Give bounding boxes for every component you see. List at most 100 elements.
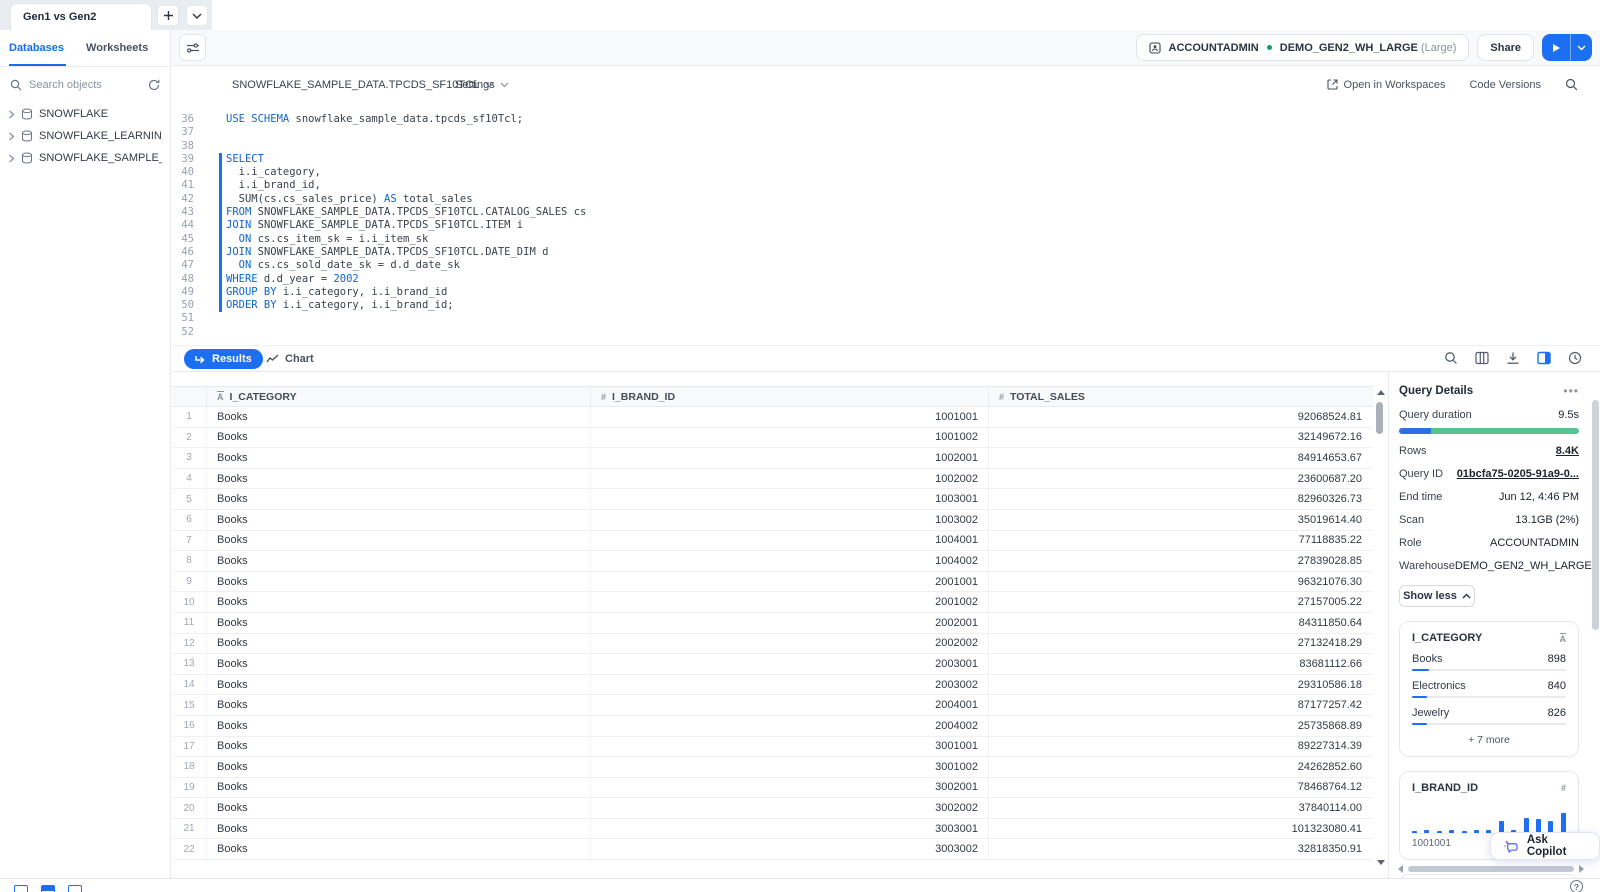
table-row[interactable]: 20Books300200237840114.00 (172, 798, 1373, 819)
role-badge-icon (1149, 42, 1161, 54)
columns-button[interactable] (1475, 351, 1489, 365)
ask-copilot-button[interactable]: Ask Copilot (1490, 832, 1600, 860)
tab-chart[interactable]: Chart (266, 349, 314, 369)
table-row[interactable]: 15Books200400187177257.42 (172, 695, 1373, 716)
sql-editor[interactable]: 36USE SCHEMA snowflake_sample_data.tpcds… (171, 103, 1600, 345)
code-line-52[interactable]: 52 (171, 326, 1600, 339)
download-button[interactable] (1506, 351, 1520, 365)
detail-value-rows[interactable]: 8.4K (1556, 445, 1579, 457)
code-line-48[interactable]: 48WHERE d.d_year = 2002 (171, 273, 1600, 286)
code-line-45[interactable]: 45 ON cs.cs_item_sk = i.i_item_sk (171, 233, 1600, 246)
table-row[interactable]: 2Books100100232149672.16 (172, 428, 1373, 449)
object-search[interactable]: Search objects (0, 67, 170, 103)
table-row[interactable]: 9Books200100196321076.30 (172, 572, 1373, 593)
row-number: 9 (172, 572, 206, 592)
code-line-51[interactable]: 51 (171, 312, 1600, 325)
column-header-total_sales[interactable]: #TOTAL_SALES (988, 387, 1372, 406)
table-row[interactable]: 12Books200200227132418.29 (172, 634, 1373, 655)
code-line-36[interactable]: 36USE SCHEMA snowflake_sample_data.tpcds… (171, 113, 1600, 126)
cell-i-brand-id: 2001001 (590, 572, 988, 592)
code-line-43[interactable]: 43FROM SNOWFLAKE_SAMPLE_DATA.TPCDS_SF10T… (171, 206, 1600, 219)
table-row[interactable]: 7Books100400177118835.22 (172, 531, 1373, 552)
table-row[interactable]: 19Books300200178468764.12 (172, 778, 1373, 799)
more-options-icon[interactable]: ••• (1563, 384, 1579, 398)
code-line-41[interactable]: 41 i.i_brand_id, (171, 179, 1600, 192)
table-row[interactable]: 10Books200100227157005.22 (172, 592, 1373, 613)
show-less-button[interactable]: Show less (1399, 585, 1475, 607)
code-versions-link[interactable]: Code Versions (1469, 79, 1541, 91)
cell-i-category: Books (206, 572, 590, 592)
filters-button[interactable] (179, 34, 206, 61)
h-scrollbar-thumb[interactable] (1408, 866, 1574, 872)
layout-split-icon[interactable] (41, 885, 55, 892)
scroll-down-icon[interactable] (1377, 860, 1385, 865)
run-button[interactable] (1542, 34, 1570, 61)
sidebar-item-snowflake[interactable]: SNOWFLAKE (0, 103, 170, 125)
detail-value-query-id[interactable]: 01bcfa75-0205-91a9-0... (1457, 468, 1579, 480)
open-in-workspaces-link[interactable]: Open in Workspaces (1327, 79, 1446, 91)
scroll-left-icon[interactable] (1398, 865, 1403, 873)
table-row[interactable]: 8Books100400227839028.85 (172, 551, 1373, 572)
refresh-icon[interactable] (148, 79, 160, 91)
code-line-39[interactable]: 39SELECT (171, 153, 1600, 166)
panel-horizontal-scrollbar[interactable] (1398, 864, 1584, 874)
scroll-right-icon[interactable] (1579, 865, 1584, 873)
table-row[interactable]: 4Books100200223600687.20 (172, 469, 1373, 490)
table-row[interactable]: 17Books300100189227314.39 (172, 737, 1373, 758)
code-line-46[interactable]: 46JOIN SNOWFLAKE_SAMPLE_DATA.TPCDS_SF10T… (171, 246, 1600, 259)
table-row[interactable]: 21Books3003001101323080.41 (172, 819, 1373, 840)
column-header-i_brand_id[interactable]: #I_BRAND_ID (590, 387, 988, 406)
scrollbar-thumb[interactable] (1376, 402, 1383, 434)
tab-results[interactable]: Results (184, 349, 263, 369)
code-line-42[interactable]: 42 SUM(cs.cs_sales_price) AS total_sales (171, 193, 1600, 206)
share-button[interactable]: Share (1477, 34, 1534, 61)
editor-search-button[interactable] (1565, 78, 1578, 91)
panel-scrollbar-thumb[interactable] (1592, 400, 1599, 630)
chevron-right-icon[interactable] (8, 110, 15, 119)
sidebar-tab-databases[interactable]: Databases (9, 30, 64, 66)
new-tab-button[interactable] (157, 5, 179, 26)
row-number: 11 (172, 613, 206, 633)
session-context-selector[interactable]: ACCOUNTADMIN DEMO_GEN2_WH_LARGE (Large) (1136, 34, 1470, 61)
table-row[interactable]: 14Books200300229310586.18 (172, 675, 1373, 696)
chevron-right-icon[interactable] (8, 154, 15, 163)
table-row[interactable]: 5Books100300182960326.73 (172, 489, 1373, 510)
scroll-up-icon[interactable] (1377, 390, 1385, 395)
layout-editor-icon[interactable] (14, 885, 28, 892)
sidebar-tab-worksheets[interactable]: Worksheets (86, 30, 148, 66)
code-line-38[interactable]: 38 (171, 140, 1600, 153)
details-panel-toggle[interactable] (1537, 351, 1551, 365)
table-row[interactable]: 22Books300300232818350.91 (172, 839, 1373, 860)
histogram-bar (1561, 813, 1566, 833)
code-line-44[interactable]: 44JOIN SNOWFLAKE_SAMPLE_DATA.TPCDS_SF10T… (171, 219, 1600, 232)
table-row[interactable]: 11Books200200184311850.64 (172, 613, 1373, 634)
worksheet-tab[interactable]: Gen1 vs Gen2 (10, 3, 152, 30)
code-line-40[interactable]: 40 i.i_category, (171, 166, 1600, 179)
table-row[interactable]: 18Books300100224262852.60 (172, 757, 1373, 778)
code-line-37[interactable]: 37 (171, 126, 1600, 139)
table-row[interactable]: 13Books200300183681112.66 (172, 654, 1373, 675)
settings-menu[interactable]: Settings (455, 79, 509, 91)
layout-results-icon[interactable] (68, 885, 82, 892)
column-header-i_category[interactable]: AI_CATEGORY (206, 387, 590, 406)
search-results-button[interactable] (1444, 351, 1458, 365)
table-row[interactable]: 1Books100100192068524.81 (172, 407, 1373, 428)
query-history-button[interactable] (1568, 351, 1582, 365)
results-region: AI_CATEGORY#I_BRAND_ID#TOTAL_SALES 1Book… (171, 372, 1600, 878)
help-icon[interactable]: ? (1570, 880, 1583, 892)
more-categories-link[interactable]: + 7 more (1412, 734, 1566, 746)
search-input[interactable]: Search objects (29, 79, 141, 91)
table-scrollbar[interactable] (1374, 386, 1388, 878)
tab-list-button[interactable] (186, 5, 208, 26)
table-row[interactable]: 6Books100300235019614.40 (172, 510, 1373, 531)
chevron-down-icon (500, 82, 509, 88)
table-row[interactable]: 16Books200400225735868.89 (172, 716, 1373, 737)
code-line-49[interactable]: 49GROUP BY i.i_category, i.i_brand_id (171, 286, 1600, 299)
code-line-47[interactable]: 47 ON cs.cs_sold_date_sk = d.d_date_sk (171, 259, 1600, 272)
run-options-button[interactable] (1570, 34, 1592, 61)
sidebar-item-snowflake-sample-[interactable]: SNOWFLAKE_SAMPLE_... (0, 147, 170, 169)
sidebar-item-snowflake-learnin-[interactable]: SNOWFLAKE_LEARNIN... (0, 125, 170, 147)
chevron-right-icon[interactable] (8, 132, 15, 141)
table-row[interactable]: 3Books100200184914653.67 (172, 448, 1373, 469)
code-line-50[interactable]: 50ORDER BY i.i_category, i.i_brand_id; (171, 299, 1600, 312)
